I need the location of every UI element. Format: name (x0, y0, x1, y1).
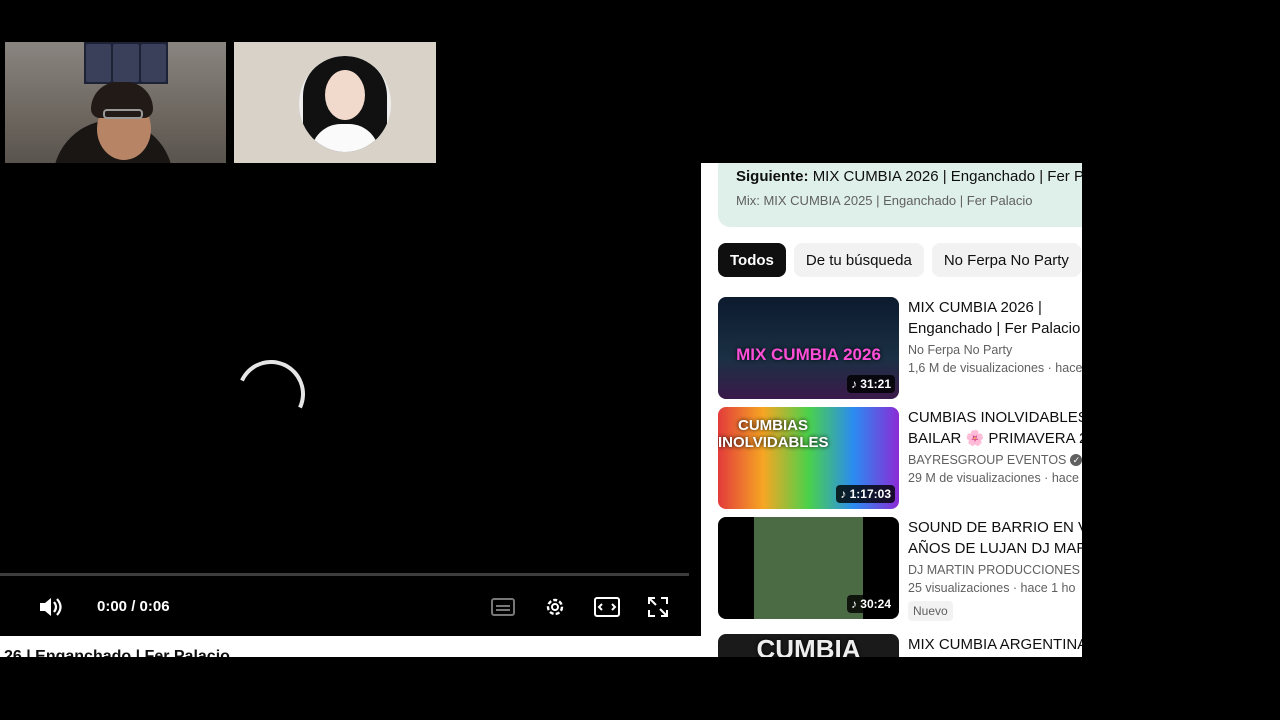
channel-name: No Ferpa No Party (908, 343, 1013, 357)
up-next-card[interactable]: Siguiente: MIX CUMBIA 2026 | Enganchado … (718, 163, 1082, 227)
view-count: 29 M de visualizaciones · hace (908, 471, 1079, 485)
view-count: 1,6 M de visualizaciones · hace (908, 361, 1082, 375)
wall-photo (84, 42, 168, 84)
new-badge: Nuevo (908, 601, 953, 621)
video-thumbnail[interactable]: CUMBIA (718, 634, 899, 657)
list-item[interactable]: ♪ 30:24 SOUND DE BARRIO EN VIV AÑOS DE L… (718, 517, 1082, 621)
video-thumbnail[interactable]: ♪ 30:24 (718, 517, 899, 619)
channel-name: BAYRESGROUP EVENTOS (908, 453, 1067, 467)
duration-badge: ♪ 31:21 (846, 375, 895, 393)
list-item[interactable]: CUMBIA MIX CUMBIA ARGENTINA (718, 634, 1082, 657)
loading-spinner-icon (227, 350, 315, 438)
video-title-area: 26 | Enganchado | Fer Palacio (0, 636, 701, 657)
participant-glasses (103, 109, 143, 119)
video-title-line2: AÑOS DE LUJAN DJ MART (908, 540, 1082, 557)
participant-avatar (299, 56, 391, 152)
channel-name: DJ MARTIN PRODUCCIONES (908, 563, 1081, 577)
participant-video-1 (5, 42, 226, 163)
list-item[interactable]: CUMBIAS INOLVIDABLES ♪ 1:17:03 CUMBIAS I… (718, 407, 1082, 509)
up-next-title: MIX CUMBIA 2026 | Enganchado | Fer Palac… (812, 168, 1082, 185)
thumbnail-text: CUMBIAS INOLVIDABLES (718, 417, 829, 451)
participant-video-2 (234, 42, 436, 163)
gear-icon[interactable] (537, 584, 573, 630)
chip-de-tu-busqueda[interactable]: De tu búsqueda (793, 243, 924, 277)
player-controls: 0:00 / 0:06 (0, 584, 700, 632)
duration-badge: ♪ 1:17:03 (836, 485, 895, 503)
filter-chips: Todos De tu búsqueda No Ferpa No Party (718, 243, 1081, 277)
up-next-label: Siguiente: (736, 168, 809, 185)
subtitles-icon[interactable] (485, 584, 521, 630)
chip-channel[interactable]: No Ferpa No Party (931, 243, 1081, 277)
video-title: MIX CUMBIA ARGENTINA (908, 636, 1082, 653)
fullscreen-icon[interactable] (640, 584, 676, 630)
thumbnail-text: MIX CUMBIA 2026 (736, 345, 881, 364)
chip-todos[interactable]: Todos (718, 243, 786, 277)
time-display: 0:00 / 0:06 (97, 598, 170, 615)
verified-check-icon: ✓ (1070, 454, 1082, 466)
list-item[interactable]: MIX CUMBIA 2026 ♪ 31:21 MIX CUMBIA 2026 … (718, 297, 1082, 399)
thumbnail-text: CUMBIA (756, 634, 861, 657)
duration-badge: ♪ 30:24 (846, 595, 895, 613)
video-thumbnail[interactable]: MIX CUMBIA 2026 ♪ 31:21 (718, 297, 899, 399)
view-count: 25 visualizaciones · hace 1 ho (908, 581, 1076, 595)
theater-mode-icon[interactable] (589, 584, 625, 630)
video-title-line2: BAILAR 🌸 PRIMAVERA 2 (908, 430, 1082, 447)
progress-bar[interactable] (0, 573, 689, 576)
up-next-subtitle: Mix: MIX CUMBIA 2025 | Enganchado | Fer … (736, 193, 1033, 208)
video-title: MIX CUMBIA 2026 | (908, 299, 1042, 316)
video-thumbnail[interactable]: CUMBIAS INOLVIDABLES ♪ 1:17:03 (718, 407, 899, 509)
video-title: SOUND DE BARRIO EN VIV (908, 519, 1082, 536)
recommendations-sidebar: Siguiente: MIX CUMBIA 2026 | Enganchado … (701, 163, 1082, 657)
volume-icon[interactable] (32, 584, 68, 630)
video-title: CUMBIAS INOLVIDABLES (908, 409, 1082, 426)
video-title-line2: Enganchado | Fer Palacio (908, 320, 1081, 337)
video-title-fragment: 26 | Enganchado | Fer Palacio (4, 648, 230, 657)
